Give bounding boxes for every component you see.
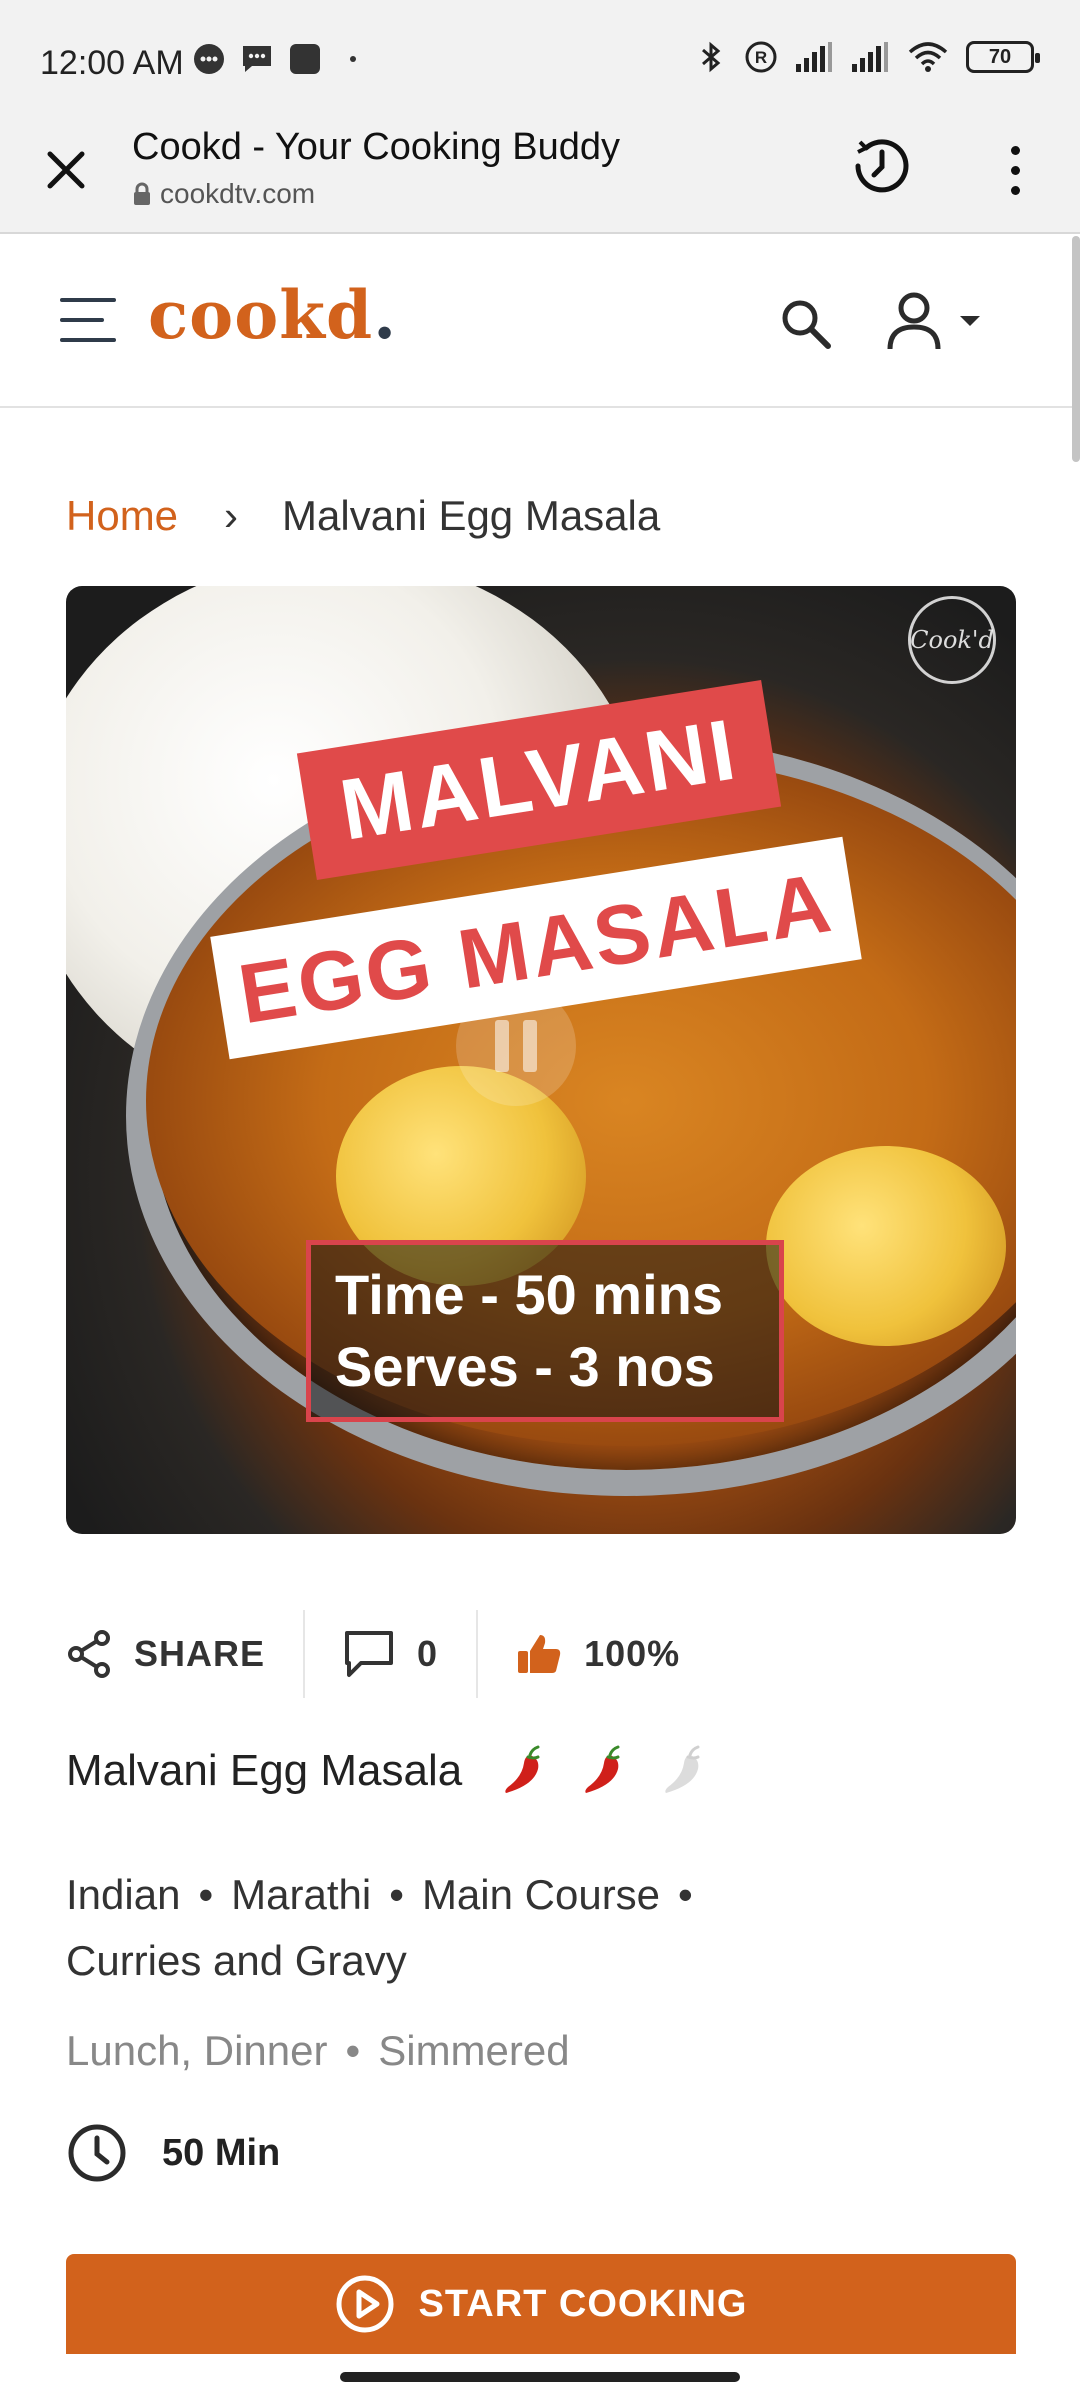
app-icon xyxy=(290,44,320,74)
cook-time-value: 50 Min xyxy=(162,2131,281,2174)
search-button[interactable] xyxy=(778,296,834,352)
status-right: R 70 xyxy=(694,40,1040,74)
messenger-icon xyxy=(194,44,224,74)
share-label: SHARE xyxy=(134,1633,266,1674)
clock-icon xyxy=(68,2124,126,2182)
like-button[interactable]: 100% xyxy=(516,1631,680,1677)
play-icon xyxy=(336,2275,394,2333)
divider xyxy=(476,1610,479,1698)
pause-icon xyxy=(495,1020,509,1072)
spice-level xyxy=(500,1745,706,1797)
url-text: cookdtv.com xyxy=(160,178,316,209)
video-frame-egg xyxy=(766,1146,1006,1346)
comments-count: 0 xyxy=(417,1633,439,1674)
share-button[interactable]: SHARE xyxy=(66,1629,265,1679)
share-icon xyxy=(68,1630,110,1678)
chili-icon-active xyxy=(585,1745,620,1793)
pause-button[interactable] xyxy=(456,986,576,1106)
close-button[interactable] xyxy=(38,142,94,198)
url-bar[interactable]: cookdtv.com xyxy=(132,178,315,210)
cook-time: 50 Min xyxy=(66,2122,280,2184)
wifi-icon xyxy=(908,42,948,72)
chili-icon-active xyxy=(505,1745,540,1793)
tag-category[interactable]: Curries and Gravy xyxy=(66,1937,407,1984)
lock-icon xyxy=(134,182,150,205)
battery-icon: 70 xyxy=(966,41,1040,73)
comment-icon xyxy=(345,1631,394,1677)
cooking-method: Simmered xyxy=(378,2027,570,2074)
recipe-title-row: Malvani Egg Masala xyxy=(66,1745,706,1797)
svg-text:R: R xyxy=(755,48,767,67)
close-icon xyxy=(47,151,85,189)
search-icon xyxy=(782,300,831,349)
divider xyxy=(303,1610,306,1698)
tag-cuisine[interactable]: Indian xyxy=(66,1871,180,1918)
signal-icon xyxy=(852,42,888,72)
chili-icon-inactive xyxy=(665,1745,700,1793)
status-bar: 12:00 AM R 70 xyxy=(0,0,1080,120)
recipe-meals: Lunch, Dinner • Simmered xyxy=(66,2027,570,2074)
cookd-logo[interactable]: cookd. xyxy=(148,276,397,354)
tag-course[interactable]: Main Course xyxy=(422,1871,660,1918)
registered-icon: R xyxy=(745,41,777,73)
video-serves-text: Serves - 3 nos xyxy=(335,1335,715,1398)
meal-types: Lunch, Dinner xyxy=(66,2027,328,2074)
status-time: 12:00 AM xyxy=(40,44,184,82)
recipe-actions: SHARE 0 100% xyxy=(66,1610,680,1698)
video-time-text: Time - 50 mins xyxy=(335,1263,724,1326)
chevron-down-icon xyxy=(960,316,980,326)
scrollbar[interactable] xyxy=(1072,236,1080,462)
message-icon xyxy=(243,46,271,72)
start-cooking-label: START COOKING xyxy=(418,2282,748,2325)
start-cooking-button[interactable]: START COOKING xyxy=(66,2254,1016,2354)
dot-icon xyxy=(350,56,356,62)
home-indicator[interactable] xyxy=(340,2372,740,2382)
recipe-video[interactable]: MALVANI EGG MASALA Time - 50 mins Serves… xyxy=(66,586,1016,1534)
bluetooth-icon xyxy=(702,41,721,73)
breadcrumb-home-link[interactable]: Home xyxy=(66,492,178,540)
hamburger-menu-icon[interactable] xyxy=(60,298,116,342)
more-options-button[interactable] xyxy=(1000,140,1030,200)
cookd-watermark: Cook'd xyxy=(908,596,996,684)
thumbs-up-icon xyxy=(518,1635,561,1673)
breadcrumb-separator: › xyxy=(224,492,239,539)
recipe-tags: Indian • Marathi • Main Course • Curries and G… xyxy=(66,1871,693,1984)
breadcrumb: Home › Malvani Egg Masala xyxy=(66,492,660,540)
tag-region[interactable]: Marathi xyxy=(231,1871,371,1918)
more-icon xyxy=(1010,145,1020,155)
history-icon xyxy=(855,139,909,193)
user-icon xyxy=(887,292,941,350)
site-header: cookd. xyxy=(0,236,1080,408)
browser-toolbar: Cookd - Your Cooking Buddy cookdtv.com xyxy=(0,120,1080,234)
comments-button[interactable]: 0 xyxy=(343,1629,438,1679)
notification-icons xyxy=(192,42,370,76)
recipe-title: Malvani Egg Masala xyxy=(66,1746,463,1795)
signal-icon xyxy=(796,42,832,72)
user-menu-button[interactable] xyxy=(884,286,1004,356)
page-title: Cookd - Your Cooking Buddy xyxy=(132,126,620,168)
breadcrumb-current: Malvani Egg Masala xyxy=(282,492,661,539)
video-info-box: Time - 50 mins Serves - 3 nos xyxy=(306,1240,784,1422)
history-button[interactable] xyxy=(846,130,918,202)
like-percent: 100% xyxy=(584,1633,681,1674)
